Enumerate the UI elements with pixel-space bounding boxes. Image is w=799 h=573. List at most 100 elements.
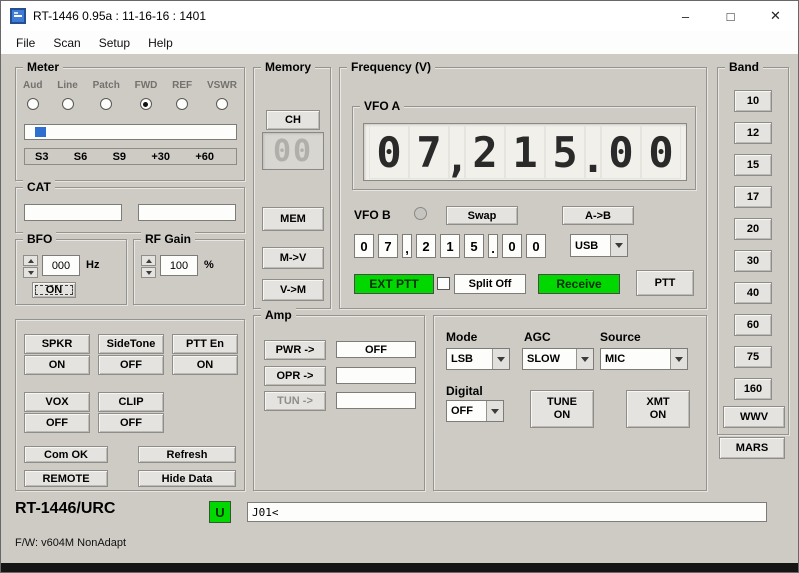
audio-control-group: SPKR ON SideTone OFF PTT En ON VOX OFF C…	[15, 319, 245, 491]
sidetone-state-button[interactable]: OFF	[98, 355, 164, 375]
vfo-b-digit[interactable]: 1	[440, 234, 460, 258]
vfo-b-digit[interactable]: 0	[502, 234, 522, 258]
rf-gain-spin-down-icon[interactable]	[141, 267, 156, 278]
radio-ref[interactable]	[176, 98, 188, 110]
meter-scale-tick: +30	[151, 151, 170, 163]
tune-button-line1: TUNE	[547, 396, 577, 409]
rf-gain-spin-up-icon[interactable]	[141, 255, 156, 266]
rf-gain-group-title: RF Gain	[141, 232, 195, 247]
a-to-b-button[interactable]: A->B	[562, 206, 634, 225]
vfo-a-digit: 0	[641, 125, 681, 179]
split-checkbox[interactable]	[437, 277, 450, 290]
vfo-b-decimal-point: .	[488, 234, 498, 258]
band-button-20[interactable]: 20	[734, 218, 772, 240]
chevron-down-icon[interactable]	[670, 349, 687, 369]
split-status[interactable]: Split Off	[454, 274, 526, 294]
radio-patch[interactable]	[100, 98, 112, 110]
meter-source-options: Aud Line Patch FWD REF	[23, 80, 237, 110]
band-button-160[interactable]: 160	[734, 378, 772, 400]
vfo-b-digit[interactable]: 2	[416, 234, 436, 258]
amp-opr-button[interactable]: OPR ->	[264, 366, 326, 386]
source-label: Source	[600, 330, 641, 344]
spkr-button[interactable]: SPKR	[24, 334, 90, 354]
agc-select[interactable]: SLOW	[522, 348, 594, 370]
amp-pwr-button[interactable]: PWR ->	[264, 340, 326, 360]
chevron-down-icon[interactable]	[610, 235, 627, 256]
vox-state-button[interactable]: OFF	[24, 413, 90, 433]
band-button-30[interactable]: 30	[734, 250, 772, 272]
menu-file[interactable]: File	[7, 36, 44, 50]
band-button-60[interactable]: 60	[734, 314, 772, 336]
meter-option-label: FWD	[135, 80, 158, 91]
ext-ptt-indicator: EXT PTT	[354, 274, 434, 294]
xmt-button[interactable]: XMT ON	[626, 390, 690, 428]
radio-aud[interactable]	[27, 98, 39, 110]
vfo-b-digit[interactable]: 7	[378, 234, 398, 258]
minimize-button[interactable]: –	[663, 1, 708, 31]
maximize-button[interactable]: □	[708, 1, 753, 31]
hide-data-button[interactable]: Hide Data	[138, 470, 236, 487]
meter-group: Meter Aud Line Patch FWD	[15, 67, 245, 181]
ptt-button[interactable]: PTT	[636, 270, 694, 296]
mem-button[interactable]: MEM	[262, 207, 324, 231]
band-button-17[interactable]: 17	[734, 186, 772, 208]
chevron-down-icon[interactable]	[492, 349, 509, 369]
meter-option-patch[interactable]: Patch	[93, 80, 120, 110]
vfo-to-mem-button[interactable]: V->M	[262, 279, 324, 301]
menu-scan[interactable]: Scan	[44, 36, 89, 50]
tune-button[interactable]: TUNE ON	[530, 390, 594, 428]
mem-to-vfo-button[interactable]: M->V	[262, 247, 324, 269]
menu-setup[interactable]: Setup	[90, 36, 139, 50]
vfo-b-digit[interactable]: 0	[526, 234, 546, 258]
app-window: RT-1446 0.95a : 11-16-16 : 1401 – □ ✕ Fi…	[0, 0, 799, 573]
clip-state-button[interactable]: OFF	[98, 413, 164, 433]
refresh-button[interactable]: Refresh	[138, 446, 236, 463]
swap-button[interactable]: Swap	[446, 206, 518, 225]
bfo-spin-up-icon[interactable]	[23, 255, 38, 266]
menu-help[interactable]: Help	[139, 36, 182, 50]
sidetone-button[interactable]: SideTone	[98, 334, 164, 354]
vfo-b-digit[interactable]: 0	[354, 234, 374, 258]
ptt-en-state-button[interactable]: ON	[172, 355, 238, 375]
source-select[interactable]: MIC	[600, 348, 688, 370]
radio-vswr[interactable]	[216, 98, 228, 110]
radio-fwd[interactable]	[140, 98, 152, 110]
bfo-value-field[interactable]: 000	[42, 255, 80, 276]
meter-group-title: Meter	[23, 60, 63, 75]
meter-option-ref[interactable]: REF	[172, 80, 192, 110]
vox-button[interactable]: VOX	[24, 392, 90, 412]
cat-field-right[interactable]	[138, 204, 236, 221]
remote-button[interactable]: REMOTE	[24, 470, 108, 487]
meter-option-aud[interactable]: Aud	[23, 80, 42, 110]
meter-option-vswr[interactable]: VSWR	[207, 80, 237, 110]
client-area: Meter Aud Line Patch FWD	[1, 54, 798, 565]
spkr-state-button[interactable]: ON	[24, 355, 90, 375]
chevron-down-icon[interactable]	[486, 401, 503, 421]
chevron-down-icon[interactable]	[576, 349, 593, 369]
meter-option-fwd[interactable]: FWD	[135, 80, 158, 110]
bfo-on-button[interactable]: ON	[32, 282, 76, 298]
band-button-75[interactable]: 75	[734, 346, 772, 368]
vfo-b-label: VFO B	[354, 208, 391, 222]
close-button[interactable]: ✕	[753, 1, 798, 31]
digital-select[interactable]: OFF	[446, 400, 504, 422]
band-mars-button[interactable]: MARS	[719, 437, 785, 459]
band-button-10[interactable]: 10	[734, 90, 772, 112]
band-button-12[interactable]: 12	[734, 122, 772, 144]
radio-line[interactable]	[62, 98, 74, 110]
ptt-en-button[interactable]: PTT En	[172, 334, 238, 354]
band-button-40[interactable]: 40	[734, 282, 772, 304]
title-bar: RT-1446 0.95a : 11-16-16 : 1401 – □ ✕	[1, 1, 798, 31]
band-wwv-button[interactable]: WWV	[723, 406, 785, 428]
data-log-field[interactable]: J01<	[247, 502, 767, 522]
band-button-15[interactable]: 15	[734, 154, 772, 176]
meter-option-line[interactable]: Line	[57, 80, 78, 110]
cat-field-left[interactable]	[24, 204, 122, 221]
rf-gain-value-field[interactable]: 100	[160, 255, 198, 276]
bfo-spin-down-icon[interactable]	[23, 267, 38, 278]
mode-select[interactable]: LSB	[446, 348, 510, 370]
com-ok-button[interactable]: Com OK	[24, 446, 108, 463]
clip-button[interactable]: CLIP	[98, 392, 164, 412]
vfo-b-digit[interactable]: 5	[464, 234, 484, 258]
vfo-b-mode-select[interactable]: USB	[570, 234, 628, 257]
